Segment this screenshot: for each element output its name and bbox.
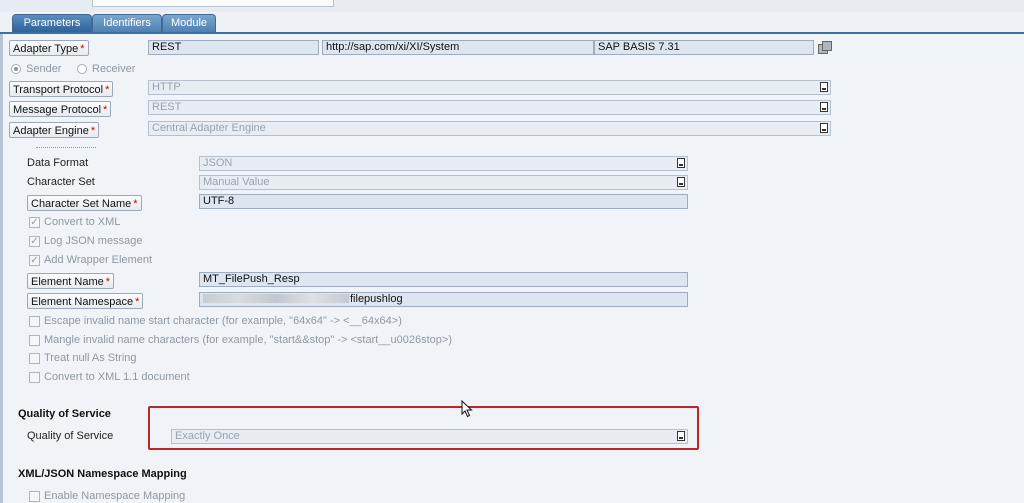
required-asterisk: * bbox=[105, 84, 110, 96]
message-protocol-label-text: Message Protocol bbox=[13, 104, 102, 116]
character-set-name-label-text: Character Set Name bbox=[31, 198, 132, 210]
adapter-type-field[interactable]: REST bbox=[148, 40, 319, 55]
qos-section-title: Quality of Service bbox=[18, 408, 111, 420]
treat-null-label: Treat null As String bbox=[44, 352, 137, 364]
element-name-label-text: Element Name bbox=[31, 276, 104, 288]
top-strip bbox=[0, 0, 1024, 12]
qos-label: Quality of Service bbox=[27, 430, 114, 442]
mouse-cursor-icon bbox=[461, 400, 473, 418]
ns-mapping-section-title: XML/JSON Namespace Mapping bbox=[18, 468, 187, 480]
convert-to-xml-label: Convert to XML bbox=[44, 216, 121, 228]
required-asterisk: * bbox=[80, 43, 85, 55]
log-json-label: Log JSON message bbox=[44, 235, 143, 247]
treat-null-checkbox[interactable] bbox=[29, 353, 40, 364]
element-namespace-value: filepushlog bbox=[350, 293, 403, 305]
mangle-invalid-label: Mangle invalid name characters (for exam… bbox=[44, 334, 452, 346]
data-format-label: Data Format bbox=[27, 157, 89, 169]
convert-xml11-checkbox[interactable] bbox=[29, 372, 40, 383]
title-field-fragment bbox=[92, 0, 334, 7]
software-component-field[interactable]: SAP BASIS 7.31 bbox=[594, 40, 814, 55]
log-json-checkbox[interactable]: ✓ bbox=[29, 236, 40, 247]
character-set-name-input[interactable]: UTF-8 bbox=[199, 194, 688, 209]
receiver-radio[interactable] bbox=[77, 64, 87, 74]
convert-xml11-label: Convert to XML 1.1 document bbox=[44, 371, 190, 383]
dropdown-icon[interactable] bbox=[677, 177, 685, 187]
dropdown-icon[interactable] bbox=[820, 82, 828, 92]
enable-ns-mapping-label: Enable Namespace Mapping bbox=[44, 490, 186, 502]
clipped-row-divider bbox=[36, 147, 96, 151]
message-protocol-dropdown[interactable]: REST bbox=[148, 100, 831, 115]
wrapper-element-checkbox[interactable]: ✓ bbox=[29, 255, 40, 266]
element-name-value: MT_FilePush_Resp bbox=[203, 273, 300, 285]
adapter-type-value: REST bbox=[152, 41, 182, 53]
software-component-value: SAP BASIS 7.31 bbox=[598, 41, 680, 53]
data-format-value: JSON bbox=[203, 157, 233, 169]
element-namespace-label[interactable]: Element Namespace * bbox=[27, 293, 144, 309]
required-asterisk: * bbox=[135, 296, 140, 308]
message-protocol-label[interactable]: Message Protocol * bbox=[9, 101, 112, 117]
character-set-name-value: UTF-8 bbox=[203, 195, 235, 207]
escape-invalid-checkbox[interactable] bbox=[29, 316, 40, 327]
element-name-input[interactable]: MT_FilePush_Resp bbox=[199, 272, 688, 287]
character-set-value: Manual Value bbox=[203, 176, 270, 188]
adapter-namespace-value: http://sap.com/xi/XI/System bbox=[326, 41, 460, 53]
adapter-engine-label[interactable]: Adapter Engine * bbox=[9, 122, 100, 138]
data-format-dropdown[interactable]: JSON bbox=[199, 156, 688, 171]
adapter-type-label[interactable]: Adapter Type * bbox=[9, 40, 89, 56]
sender-label: Sender bbox=[26, 63, 62, 75]
adapter-namespace-field[interactable]: http://sap.com/xi/XI/System bbox=[322, 40, 594, 55]
wrapper-element-label: Add Wrapper Element bbox=[44, 254, 153, 266]
element-namespace-input[interactable]: filepushlog bbox=[199, 292, 688, 307]
tab-module[interactable]: Module bbox=[162, 14, 216, 32]
adapter-engine-value: Central Adapter Engine bbox=[152, 122, 266, 134]
character-set-dropdown[interactable]: Manual Value bbox=[199, 175, 688, 190]
copy-icon[interactable] bbox=[818, 41, 832, 54]
tab-parameters[interactable]: Parameters bbox=[12, 14, 92, 32]
transport-protocol-label[interactable]: Transport Protocol * bbox=[9, 81, 114, 97]
character-set-label: Character Set bbox=[27, 176, 95, 188]
dropdown-icon[interactable] bbox=[820, 123, 828, 133]
required-asterisk: * bbox=[103, 104, 108, 116]
transport-protocol-value: HTTP bbox=[152, 81, 181, 93]
receiver-label: Receiver bbox=[92, 63, 136, 75]
transport-protocol-label-text: Transport Protocol bbox=[13, 84, 104, 96]
convert-to-xml-checkbox[interactable]: ✓ bbox=[29, 217, 40, 228]
required-asterisk: * bbox=[90, 125, 96, 137]
dropdown-icon[interactable] bbox=[677, 158, 685, 168]
adapter-type-label-text: Adapter Type bbox=[13, 43, 79, 55]
sender-radio[interactable] bbox=[11, 64, 21, 74]
message-protocol-value: REST bbox=[152, 101, 182, 113]
escape-invalid-label: Escape invalid name start character (for… bbox=[44, 315, 402, 327]
element-name-label[interactable]: Element Name * bbox=[27, 273, 115, 289]
required-asterisk: * bbox=[133, 198, 138, 210]
mangle-invalid-checkbox[interactable] bbox=[29, 335, 40, 346]
adapter-engine-dropdown[interactable]: Central Adapter Engine bbox=[148, 121, 831, 136]
enable-ns-mapping-checkbox[interactable] bbox=[29, 491, 40, 502]
required-asterisk: * bbox=[105, 276, 111, 288]
redacted-text bbox=[203, 294, 349, 303]
tab-bar: Parameters Identifiers Module bbox=[0, 12, 1024, 34]
dropdown-icon[interactable] bbox=[820, 102, 828, 112]
character-set-name-label[interactable]: Character Set Name * bbox=[27, 195, 142, 211]
adapter-engine-label-text: Adapter Engine bbox=[13, 125, 89, 137]
transport-protocol-dropdown[interactable]: HTTP bbox=[148, 80, 831, 95]
tab-identifiers[interactable]: Identifiers bbox=[92, 14, 162, 32]
element-namespace-label-text: Element Namespace bbox=[31, 296, 134, 308]
highlight-box bbox=[148, 406, 699, 450]
